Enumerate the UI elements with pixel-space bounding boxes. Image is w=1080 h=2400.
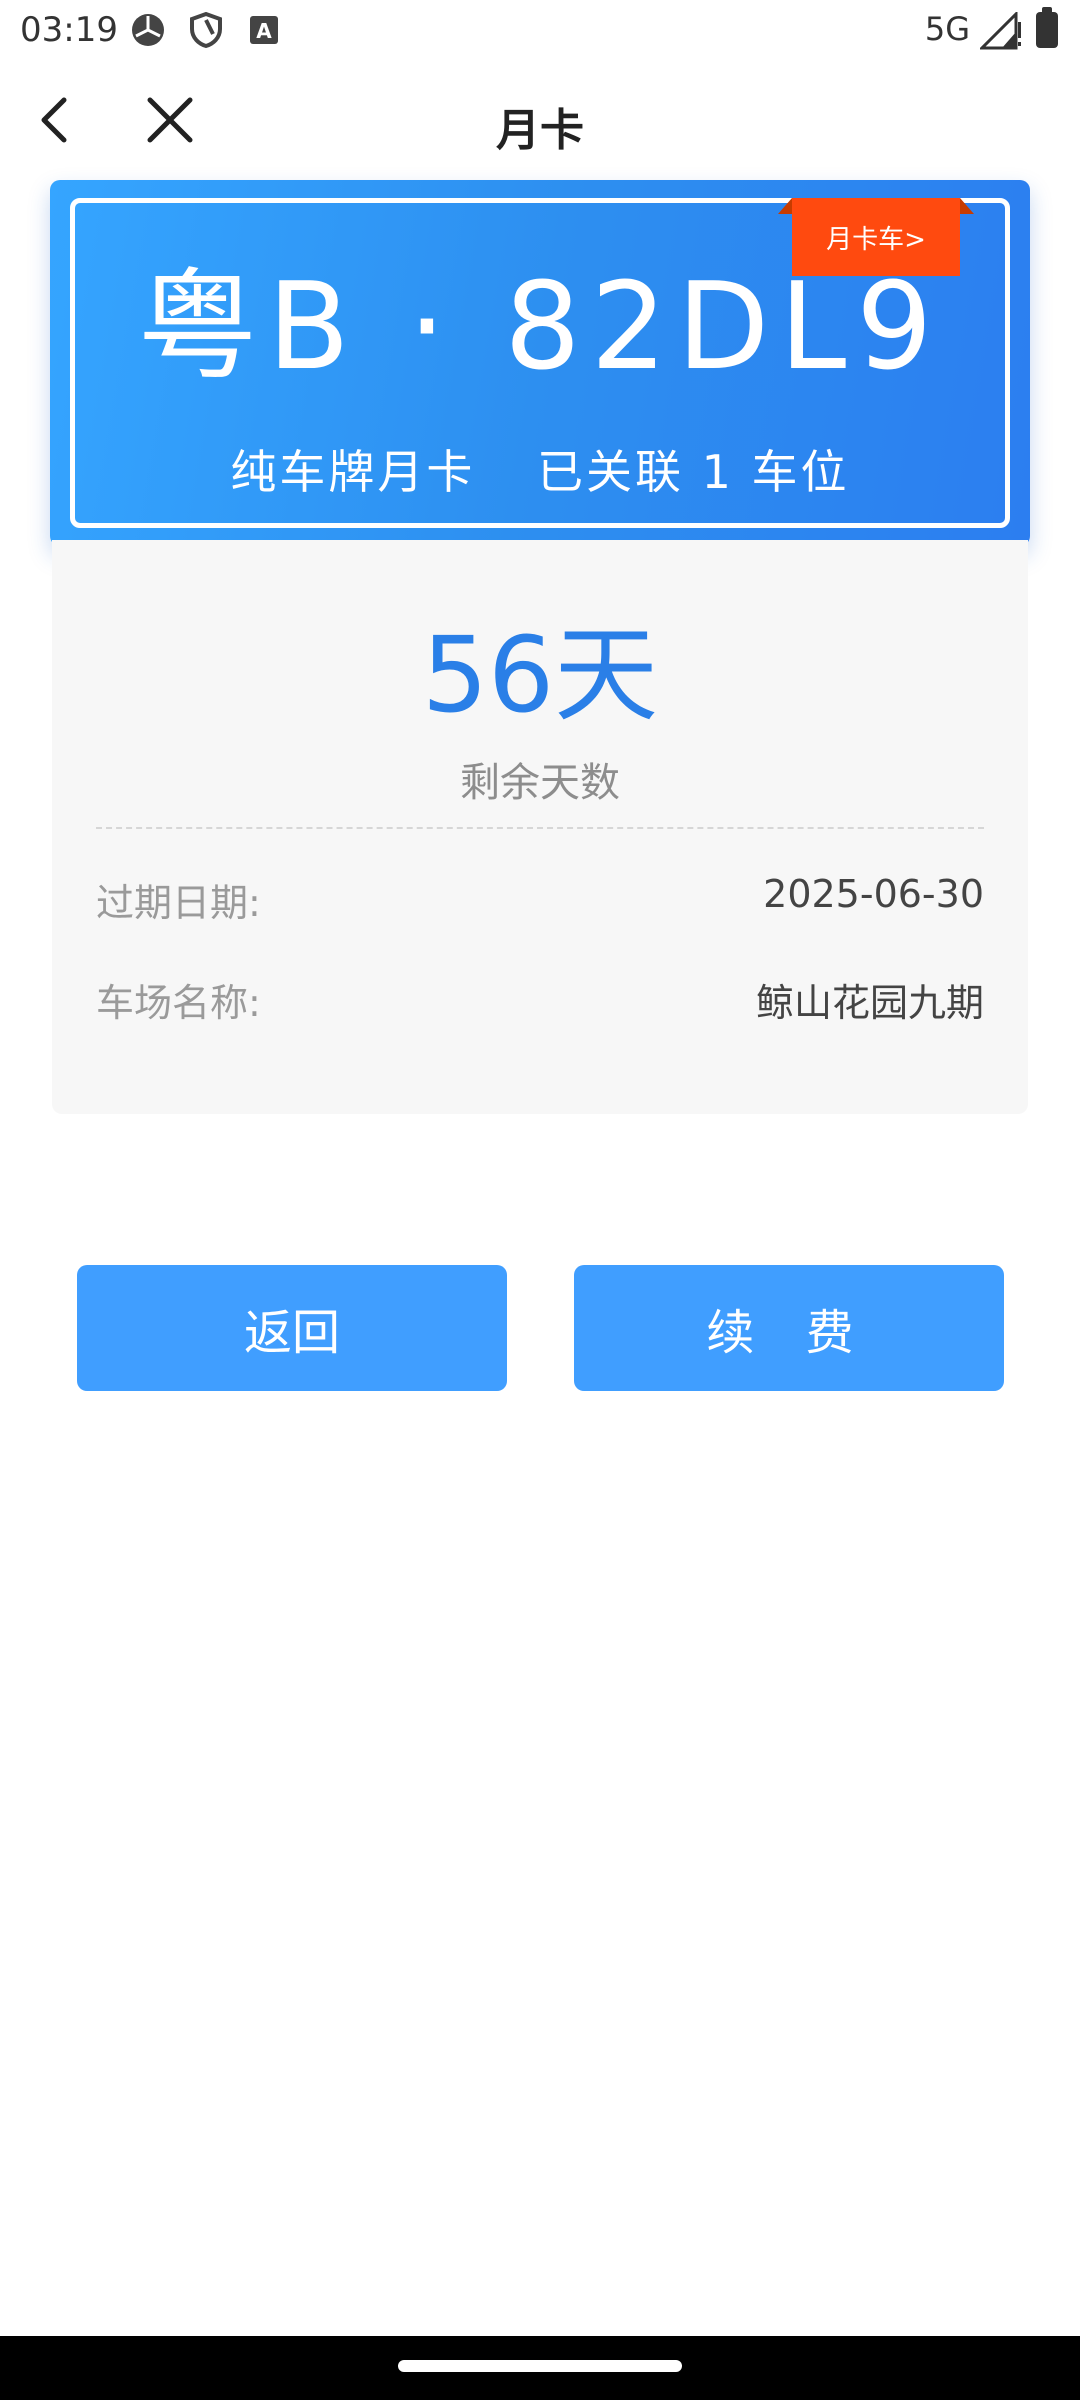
font-a-icon: A — [244, 10, 284, 50]
linked-spaces: 已关联 1 车位 — [537, 445, 850, 499]
parking-lot-label: 车场名称: — [96, 981, 261, 1025]
page-title: 月卡 — [496, 105, 584, 156]
navigation-bar — [0, 2336, 1080, 2400]
expiry-label: 过期日期: — [96, 881, 261, 925]
battery-icon — [1036, 7, 1058, 48]
parking-lot-value: 鲸山花园九期 — [755, 981, 984, 1025]
monthly-car-tag-wrap: 月卡车> — [778, 198, 974, 276]
network-type: 5G — [924, 10, 970, 48]
parking-lot-row: 车场名称: 鲸山花园九期 — [96, 972, 984, 1027]
license-plate-card: 粤B · 82DL9 纯车牌月卡 已关联 1 车位 月卡车> — [50, 180, 1030, 546]
expiry-row: 过期日期: 2025-06-30 — [96, 872, 984, 927]
title-bar: 月卡 — [0, 64, 1080, 176]
svg-text:A: A — [256, 19, 272, 43]
monthly-card: 粤B · 82DL9 纯车牌月卡 已关联 1 车位 月卡车> 56天 剩余天数 … — [50, 180, 1030, 1114]
home-gesture-handle[interactable] — [398, 2360, 682, 2372]
return-button[interactable]: 返回 — [77, 1265, 507, 1391]
expiry-value: 2025-06-30 — [763, 872, 984, 916]
days-remaining: 56天 — [421, 614, 659, 736]
renew-button[interactable]: 续 费 — [574, 1265, 1004, 1391]
plate-number: 粤B · 82DL9 — [137, 258, 943, 397]
shield-icon — [186, 10, 226, 50]
plate-subtitle: 纯车牌月卡 已关联 1 车位 — [50, 436, 1030, 502]
status-bar: 03:19 A 5G — [0, 0, 1080, 64]
card-info-panel: 56天 剩余天数 过期日期: 2025-06-30 车场名称: 鲸山花园九期 — [52, 540, 1028, 1114]
card-type: 纯车牌月卡 — [230, 445, 476, 499]
status-time: 03:19 — [20, 10, 118, 50]
days-remaining-label: 剩余天数 — [460, 760, 620, 806]
signal-icon — [978, 10, 1022, 50]
divider — [96, 827, 984, 829]
sync-icon — [128, 10, 168, 50]
monthly-car-tag[interactable]: 月卡车> — [792, 198, 960, 276]
